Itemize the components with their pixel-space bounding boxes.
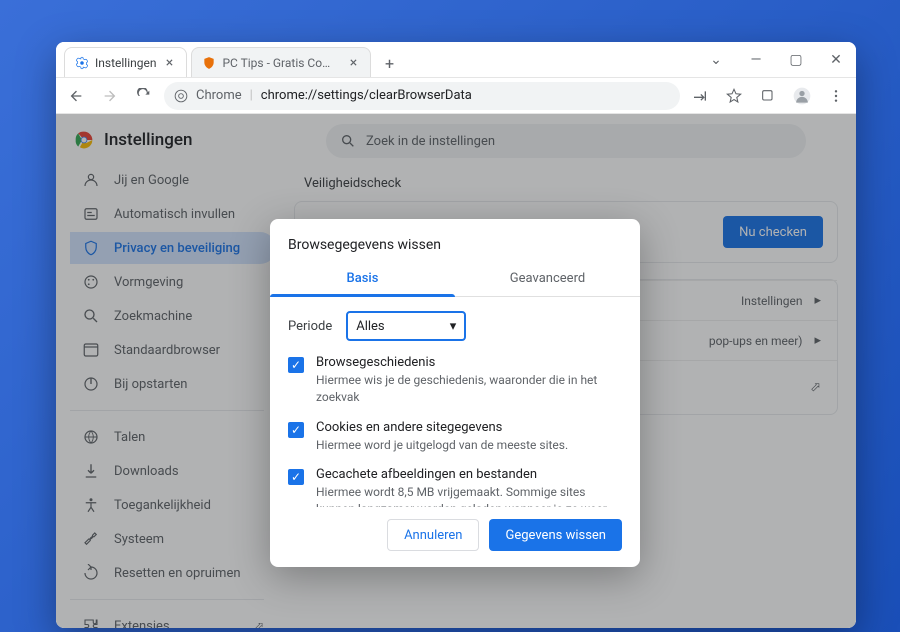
reload-button[interactable] bbox=[130, 82, 158, 110]
clear-item-row: ✓ Cookies en andere sitegegevens Hiermee w… bbox=[288, 420, 622, 454]
address-bar[interactable]: Chrome | chrome://settings/clearBrowserD… bbox=[164, 82, 680, 110]
clear-data-dialog: Browsegegevens wissen Basis Geavanceerd … bbox=[270, 219, 640, 567]
close-icon[interactable]: × bbox=[346, 56, 360, 70]
forward-button[interactable] bbox=[96, 82, 124, 110]
separator: | bbox=[250, 88, 253, 103]
period-select[interactable]: Alles ▾ bbox=[346, 311, 466, 341]
minimize-button[interactable]: — bbox=[736, 42, 776, 77]
checkbox[interactable]: ✓ bbox=[288, 357, 304, 373]
toolbar: Chrome | chrome://settings/clearBrowserD… bbox=[56, 78, 856, 114]
person-icon bbox=[792, 86, 812, 106]
window-controls: ⌄ — ▢ ✕ bbox=[696, 42, 856, 77]
menu-button[interactable] bbox=[822, 82, 850, 110]
tab-basic[interactable]: Basis bbox=[270, 263, 455, 296]
clear-item-desc: Hiermee wordt 8,5 MB vrijgemaakt. Sommig… bbox=[316, 484, 622, 507]
arrow-right-icon bbox=[102, 88, 118, 104]
chevron-down-icon[interactable]: ⌄ bbox=[696, 42, 736, 77]
period-value: Alles bbox=[356, 319, 384, 334]
dialog-actions: Annuleren Gegevens wissen bbox=[270, 507, 640, 567]
checkbox[interactable]: ✓ bbox=[288, 422, 304, 438]
gear-icon bbox=[75, 56, 89, 70]
back-button[interactable] bbox=[62, 82, 90, 110]
shield-icon bbox=[202, 56, 216, 70]
maximize-button[interactable]: ▢ bbox=[776, 42, 816, 77]
close-button[interactable]: ✕ bbox=[816, 42, 856, 77]
clear-item-title: Browsegeschiedenis bbox=[316, 355, 622, 370]
checkbox[interactable]: ✓ bbox=[288, 469, 304, 485]
reload-icon bbox=[136, 88, 152, 104]
clear-item-row: ✓ Browsegeschiedenis Hiermee wis je de ges… bbox=[288, 355, 622, 406]
clear-item-title: Gecachete afbeeldingen en bestanden bbox=[316, 467, 622, 482]
tab-settings[interactable]: Instellingen × bbox=[64, 47, 187, 77]
share-button[interactable] bbox=[686, 82, 714, 110]
chevron-down-icon: ▾ bbox=[450, 319, 457, 334]
chrome-icon bbox=[174, 89, 188, 103]
dialog-tabs: Basis Geavanceerd bbox=[270, 263, 640, 297]
profile-button[interactable] bbox=[788, 82, 816, 110]
clear-item-desc: Hiermee word je uitgelogd van de meeste … bbox=[316, 437, 568, 454]
kebab-icon bbox=[828, 88, 844, 104]
confirm-button[interactable]: Gegevens wissen bbox=[489, 519, 622, 551]
extensions-button[interactable] bbox=[754, 82, 782, 110]
tab-title: Instellingen bbox=[95, 56, 156, 70]
content-area: Instellingen Jij en GoogleAutomatisch in… bbox=[56, 114, 856, 628]
puzzle-icon bbox=[760, 88, 776, 104]
new-tab-button[interactable]: + bbox=[375, 49, 403, 77]
dialog-body: Periode Alles ▾ ✓ Browsegeschiedenis Hierm… bbox=[270, 297, 640, 507]
dialog-title: Browsegegevens wissen bbox=[270, 219, 640, 263]
cancel-button[interactable]: Annuleren bbox=[387, 519, 479, 551]
tab-advanced[interactable]: Geavanceerd bbox=[455, 263, 640, 296]
tab-pctips[interactable]: PC Tips - Gratis Computer Tips, s × bbox=[191, 47, 371, 77]
address-prefix: Chrome bbox=[196, 88, 242, 103]
star-icon bbox=[726, 88, 742, 104]
address-text: chrome://settings/clearBrowserData bbox=[261, 88, 472, 103]
clear-item-row: ✓ Gecachete afbeeldingen en bestanden Hier… bbox=[288, 467, 622, 507]
share-icon bbox=[692, 88, 708, 104]
tab-strip: Instellingen × PC Tips - Gratis Computer… bbox=[56, 42, 696, 77]
clear-item-title: Cookies en andere sitegegevens bbox=[316, 420, 568, 435]
clear-item-desc: Hiermee wis je de geschiedenis, waaronde… bbox=[316, 372, 622, 406]
browser-window: Instellingen × PC Tips - Gratis Computer… bbox=[56, 42, 856, 628]
close-icon[interactable]: × bbox=[162, 56, 176, 70]
tab-title: PC Tips - Gratis Computer Tips, s bbox=[222, 56, 340, 70]
arrow-left-icon bbox=[68, 88, 84, 104]
titlebar: Instellingen × PC Tips - Gratis Computer… bbox=[56, 42, 856, 78]
bookmark-button[interactable] bbox=[720, 82, 748, 110]
period-label: Periode bbox=[288, 319, 332, 334]
